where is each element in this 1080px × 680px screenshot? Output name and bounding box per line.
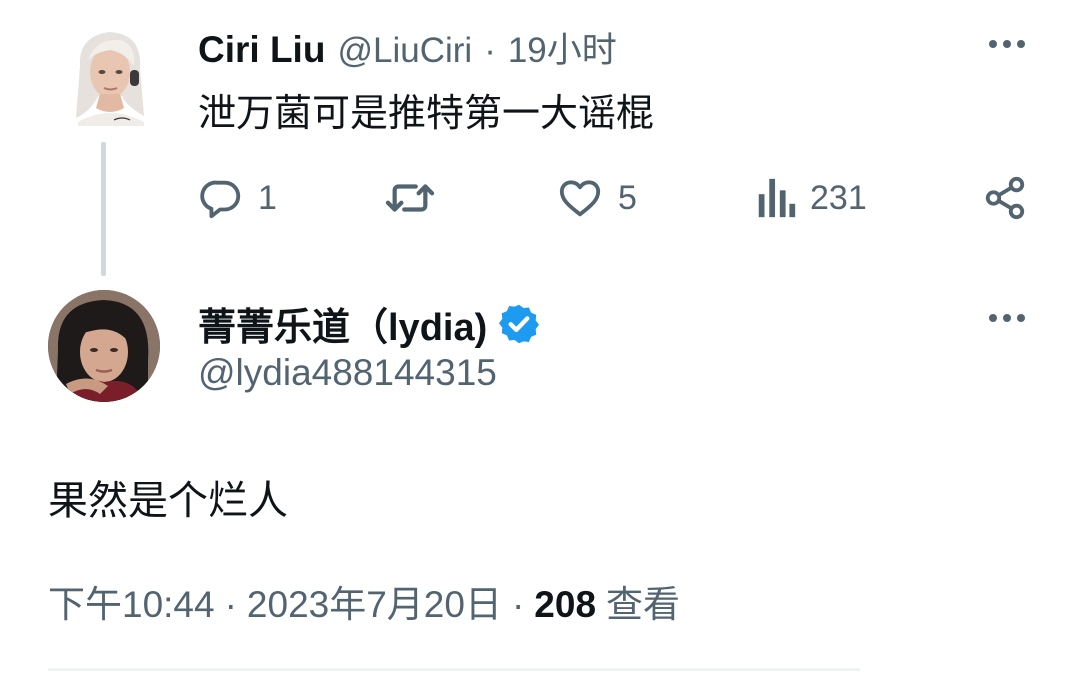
like-count: 5 — [618, 178, 637, 217]
retweet-button[interactable] — [385, 172, 449, 224]
reply-icon — [200, 180, 241, 219]
share-icon — [985, 176, 1025, 220]
like-button[interactable]: 5 — [556, 172, 637, 224]
parent-author-handle[interactable]: @LiuCiri — [337, 31, 472, 71]
retweet-icon — [385, 184, 435, 212]
like-icon — [559, 180, 601, 217]
main-views-count: 208 — [534, 584, 597, 625]
divider — [48, 668, 860, 671]
reply-count: 1 — [258, 178, 277, 217]
verified-badge-icon — [499, 304, 540, 343]
main-tweet-text: 果然是个烂人 — [48, 479, 288, 523]
main-more-options-icon[interactable] — [989, 314, 1025, 322]
main-author-handle[interactable]: @lydia488144315 — [198, 352, 497, 394]
parent-timestamp[interactable]: 19小时 — [508, 22, 617, 73]
main-tweet-time[interactable]: 下午10:44 — [48, 574, 215, 628]
main-views-label: 查看 — [606, 584, 681, 625]
parent-author-avatar[interactable] — [66, 26, 154, 126]
parent-separator: · — [484, 31, 496, 70]
main-tweet-date[interactable]: 2023年7月20日 — [247, 574, 502, 628]
views-button[interactable]: 231 — [756, 172, 867, 224]
share-button[interactable] — [982, 172, 1028, 224]
views-icon — [758, 178, 796, 218]
meta-separator-1: · — [224, 584, 237, 625]
parent-more-options-icon[interactable] — [989, 40, 1025, 48]
thread-connector-line — [101, 142, 106, 276]
views-count: 231 — [810, 178, 867, 217]
parent-author-name[interactable]: Ciri Liu — [198, 29, 325, 71]
reply-button[interactable]: 1 — [198, 172, 277, 224]
main-author-avatar[interactable] — [48, 290, 160, 402]
meta-separator-2: · — [511, 584, 525, 625]
parent-tweet-text: 泄万菌可是推特第一大谣棍 — [198, 93, 655, 135]
main-author-name[interactable]: 菁菁乐道（lydia) — [198, 296, 487, 351]
